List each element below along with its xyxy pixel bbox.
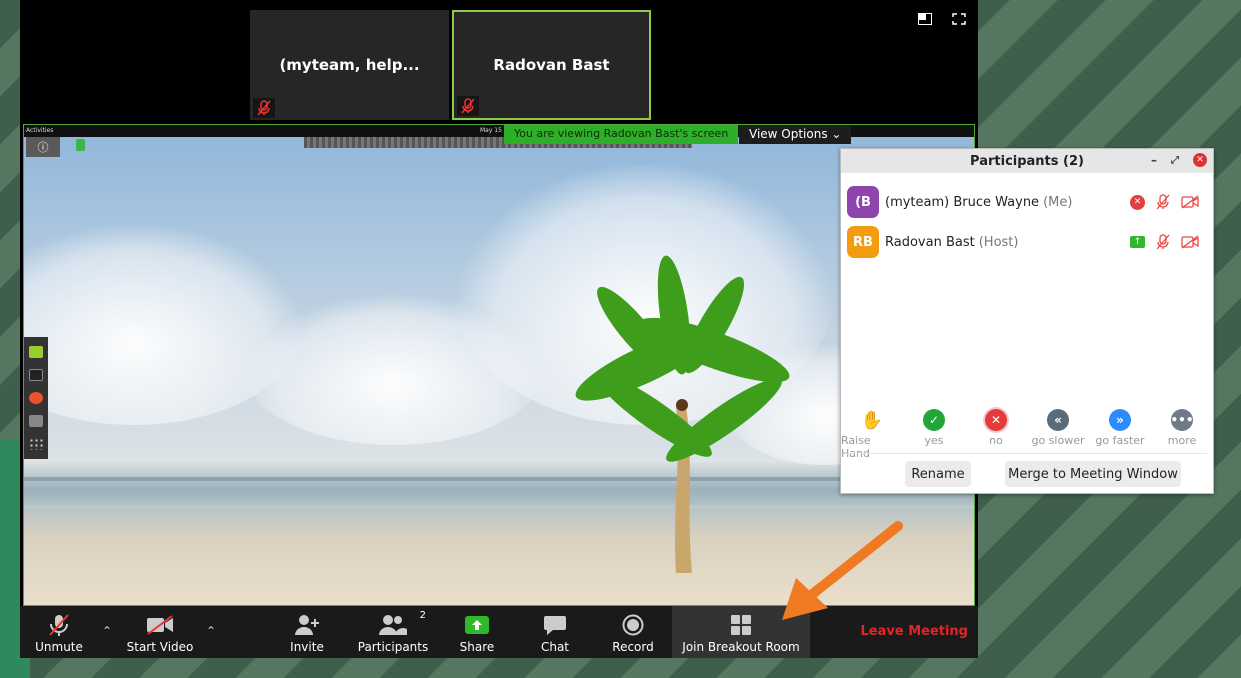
view-options-button[interactable]: View Options ⌄ bbox=[739, 125, 852, 144]
participant-name: Radovan Bast bbox=[885, 234, 975, 250]
thumbnail-name: Radovan Bast bbox=[493, 56, 610, 74]
muted-mic-icon bbox=[457, 96, 479, 116]
video-off-icon bbox=[1181, 195, 1199, 209]
divider bbox=[847, 453, 1207, 454]
breakout-grid-icon bbox=[730, 612, 752, 638]
more-icon: ••• bbox=[1171, 409, 1194, 431]
chat-icon bbox=[543, 612, 567, 638]
invite-button[interactable]: Invite bbox=[282, 606, 332, 658]
share-label: Share bbox=[459, 640, 495, 654]
fast-forward-icon: » bbox=[1109, 409, 1131, 431]
participant-row[interactable]: (B (myteam) Bruce Wayne (Me) ✕ bbox=[847, 186, 1207, 218]
share-screen-icon bbox=[464, 612, 490, 638]
video-thumbnail-radovan[interactable]: Radovan Bast bbox=[452, 10, 651, 120]
participant-row[interactable]: RB Radovan Bast (Host) ↑ bbox=[847, 226, 1207, 258]
reaction-label: more bbox=[1167, 434, 1197, 447]
x-icon: ✕ bbox=[985, 409, 1007, 431]
annotation-arrow bbox=[782, 521, 903, 620]
avatar: (B bbox=[847, 186, 879, 218]
merge-to-meeting-window-button[interactable]: Merge to Meeting Window bbox=[1005, 461, 1181, 487]
breakout-label: Join Breakout Room bbox=[682, 640, 800, 654]
participant-role: (Host) bbox=[978, 234, 1019, 250]
share-button[interactable]: Share bbox=[452, 606, 502, 658]
sharing-screen-icon: ↑ bbox=[1130, 236, 1145, 248]
muted-mic-icon bbox=[1156, 194, 1170, 210]
horizon bbox=[24, 477, 974, 481]
muted-mic-icon bbox=[48, 612, 70, 638]
start-video-label: Start Video bbox=[126, 640, 194, 654]
participants-icon bbox=[379, 612, 407, 638]
reaction-label: Raise Hand bbox=[841, 434, 871, 460]
participant-name: (myteam) Bruce Wayne bbox=[885, 194, 1040, 210]
fullscreen-icon[interactable] bbox=[952, 10, 966, 25]
thumbnail-name: (myteam, help... bbox=[279, 56, 420, 74]
viewing-banner: You are viewing Radovan Bast's screen bbox=[504, 125, 739, 144]
rewind-icon: « bbox=[1047, 409, 1069, 431]
video-off-icon bbox=[1181, 235, 1199, 249]
trash-icon bbox=[29, 414, 43, 427]
reaction-label: no bbox=[989, 434, 1003, 447]
check-icon: ✓ bbox=[923, 409, 945, 431]
reaction-label: go slower bbox=[1031, 434, 1085, 447]
restore-icon[interactable]: ⤢ bbox=[1171, 155, 1179, 166]
chevron-down-icon: ⌄ bbox=[831, 127, 842, 141]
reaction-label: yes bbox=[924, 434, 944, 447]
browser-icon bbox=[29, 391, 43, 404]
chat-button[interactable]: Chat bbox=[530, 606, 580, 658]
chevron-up-icon[interactable]: ⌃ bbox=[206, 624, 218, 638]
raise-hand-icon: ✋ bbox=[860, 409, 884, 431]
remote-dock bbox=[24, 337, 48, 459]
unmute-button[interactable]: Unmute bbox=[28, 606, 90, 658]
panel-title: Participants (2) bbox=[970, 153, 1084, 169]
participants-count: 2 bbox=[419, 610, 426, 621]
video-off-icon bbox=[146, 612, 174, 638]
rename-button[interactable]: Rename bbox=[905, 461, 971, 487]
muted-mic-icon bbox=[253, 98, 275, 118]
activities-label: Activities bbox=[26, 127, 54, 134]
close-icon[interactable]: ✕ bbox=[1193, 153, 1207, 167]
files-icon bbox=[29, 346, 43, 359]
avatar: RB bbox=[847, 226, 879, 258]
add-user-icon bbox=[294, 612, 320, 638]
minimize-icon[interactable]: – bbox=[1151, 153, 1157, 167]
participant-role: (Me) bbox=[1043, 194, 1073, 210]
panel-titlebar: Participants (2) – ⤢ ✕ bbox=[841, 149, 1213, 173]
record-button[interactable]: Record bbox=[608, 606, 658, 658]
reaction-label: go faster bbox=[1095, 434, 1145, 447]
clock-label: May 15 bbox=[480, 127, 502, 134]
chevron-up-icon[interactable]: ⌃ bbox=[102, 624, 114, 638]
unmute-label: Unmute bbox=[35, 640, 83, 654]
apps-grid-icon bbox=[29, 437, 43, 450]
muted-mic-icon bbox=[1156, 234, 1170, 250]
participants-button[interactable]: Participants 2 bbox=[352, 606, 434, 658]
video-thumbnail-bruce[interactable]: (myteam, help... bbox=[250, 10, 449, 120]
participants-label: Participants bbox=[357, 640, 429, 654]
layout-toggle-icon[interactable] bbox=[918, 10, 932, 25]
record-label: Record bbox=[612, 640, 654, 654]
lock-icon bbox=[76, 139, 85, 151]
start-video-button[interactable]: Start Video bbox=[120, 606, 200, 658]
participants-panel: Participants (2) – ⤢ ✕ (B (myteam) Bruce… bbox=[840, 148, 1214, 494]
record-icon bbox=[622, 612, 644, 638]
invite-label: Invite bbox=[290, 640, 324, 654]
info-icon[interactable]: ⓘ bbox=[26, 137, 60, 157]
wave-line bbox=[24, 505, 974, 509]
no-reaction-icon: ✕ bbox=[1130, 194, 1145, 210]
chat-label: Chat bbox=[540, 640, 570, 654]
terminal-icon bbox=[29, 369, 43, 382]
view-options-label: View Options bbox=[749, 127, 828, 141]
